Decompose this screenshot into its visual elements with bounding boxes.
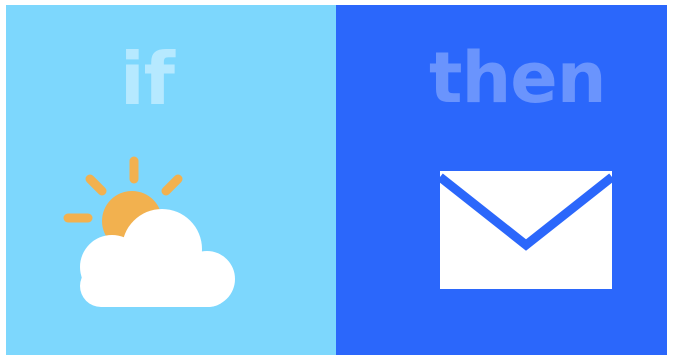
if-panel: if [6,5,336,355]
envelope-body [440,171,612,289]
if-then-banner: if then [6,5,667,355]
then-label: then [429,37,607,119]
then-panel: then [336,5,667,355]
envelope-icon [440,171,612,289]
if-label: if [120,37,175,121]
partly-sunny-icon [63,156,235,307]
